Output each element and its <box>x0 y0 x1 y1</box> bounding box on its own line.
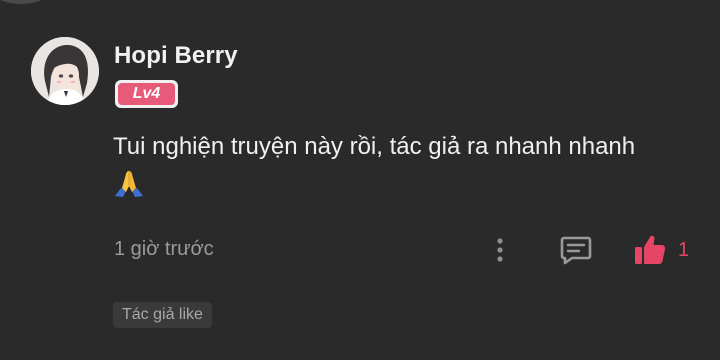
comment-body: Tui nghiện truyện này rồi, tác giả ra nh… <box>113 128 693 198</box>
level-badge: Lv4 <box>115 80 178 108</box>
previous-item-edge <box>0 0 48 4</box>
like-count: 1 <box>678 238 690 261</box>
level-label: Lv4 <box>118 83 175 105</box>
avatar[interactable] <box>31 37 99 105</box>
comment-text: Tui nghiện truyện này rồi, tác giả ra nh… <box>113 133 636 160</box>
thumbs-up-icon <box>635 235 666 264</box>
comment-icon[interactable] <box>558 232 594 268</box>
author-like-badge: Tác giả like <box>113 302 212 328</box>
comment-card: Hopi Berry Lv4 Tui nghiện truyện này rồi… <box>0 0 720 360</box>
like-button[interactable]: 1 <box>632 230 689 270</box>
username[interactable]: Hopi Berry <box>114 42 238 70</box>
folded-hands-emoji-icon <box>115 171 143 197</box>
timestamp: 1 giờ trước <box>114 238 214 260</box>
more-vertical-icon[interactable] <box>490 232 510 268</box>
